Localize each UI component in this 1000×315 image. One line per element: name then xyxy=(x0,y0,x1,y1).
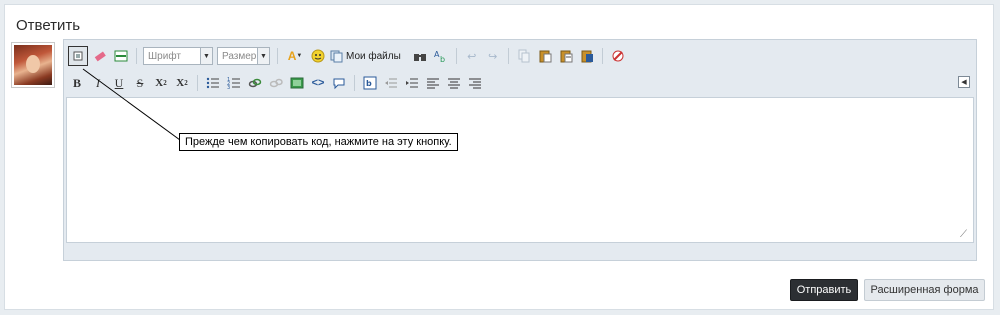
size-select-label: Размер xyxy=(222,50,257,62)
outdent-icon[interactable] xyxy=(382,74,400,92)
underline-icon[interactable]: U xyxy=(110,74,128,92)
resize-handle-icon[interactable]: ⟋ xyxy=(960,230,970,240)
italic-icon[interactable]: I xyxy=(89,74,107,92)
numbered-list-icon[interactable]: 123 xyxy=(225,74,243,92)
link-icon[interactable] xyxy=(246,74,264,92)
indent-icon[interactable] xyxy=(403,74,421,92)
image-icon[interactable] xyxy=(288,74,306,92)
strikethrough-icon[interactable]: S xyxy=(131,74,149,92)
send-button[interactable]: Отправить xyxy=(790,279,858,301)
quote-icon[interactable] xyxy=(330,74,348,92)
spellcheck-icon[interactable] xyxy=(609,47,627,65)
paste-text-icon[interactable] xyxy=(557,47,575,65)
replace-icon[interactable]: Ab xyxy=(432,47,450,65)
bulleted-list-icon[interactable] xyxy=(204,74,222,92)
chevron-down-icon: ▼ xyxy=(257,48,269,64)
my-files-label: Мои файлы xyxy=(346,50,401,62)
font-select[interactable]: Шрифт ▼ xyxy=(143,47,213,65)
svg-text:3: 3 xyxy=(227,85,230,90)
unlink-icon[interactable] xyxy=(267,74,285,92)
paste-icon[interactable] xyxy=(536,47,554,65)
align-left-icon[interactable] xyxy=(424,74,442,92)
my-files-button[interactable]: Мои файлы xyxy=(330,49,401,63)
superscript-icon[interactable]: X2 xyxy=(173,74,191,92)
text-color-icon[interactable]: A ▼ xyxy=(284,47,306,65)
paste-word-icon[interactable] xyxy=(578,47,596,65)
copy-icon[interactable] xyxy=(515,47,533,65)
source-mode-button[interactable] xyxy=(68,46,88,66)
font-select-label: Шрифт xyxy=(148,50,181,62)
php-code-icon[interactable]: b xyxy=(361,74,379,92)
size-select[interactable]: Размер ▼ xyxy=(217,47,270,65)
align-center-icon[interactable] xyxy=(445,74,463,92)
svg-text:b: b xyxy=(440,55,445,63)
reply-title: Ответить xyxy=(16,17,81,34)
find-icon[interactable] xyxy=(411,47,429,65)
align-right-icon[interactable] xyxy=(466,74,484,92)
bold-icon[interactable]: B xyxy=(68,74,86,92)
message-textarea[interactable]: ⟋ xyxy=(66,97,974,243)
subscript-icon[interactable]: X2 xyxy=(152,74,170,92)
remove-format-icon[interactable] xyxy=(91,47,109,65)
toolbar-row-2: B I U S X2 X2 123 <> b xyxy=(68,72,487,94)
toolbar-row-1: Шрифт ▼ Размер ▼ A ▼ Мои файлы Ab ↩ ↪ xyxy=(68,45,630,67)
avatar[interactable] xyxy=(11,42,55,88)
redo-icon[interactable]: ↪ xyxy=(484,47,502,65)
horizontal-rule-icon[interactable] xyxy=(112,47,130,65)
smiley-icon[interactable] xyxy=(309,47,327,65)
toolbar-collapse-icon[interactable]: ◀ xyxy=(958,76,970,88)
undo-icon[interactable]: ↩ xyxy=(463,47,481,65)
chevron-down-icon: ▼ xyxy=(200,48,212,64)
code-icon[interactable]: <> xyxy=(309,74,327,92)
svg-text:b: b xyxy=(366,79,372,88)
tooltip: Прежде чем копировать код, нажмите на эт… xyxy=(179,133,458,151)
advanced-form-button[interactable]: Расширенная форма xyxy=(864,279,985,301)
